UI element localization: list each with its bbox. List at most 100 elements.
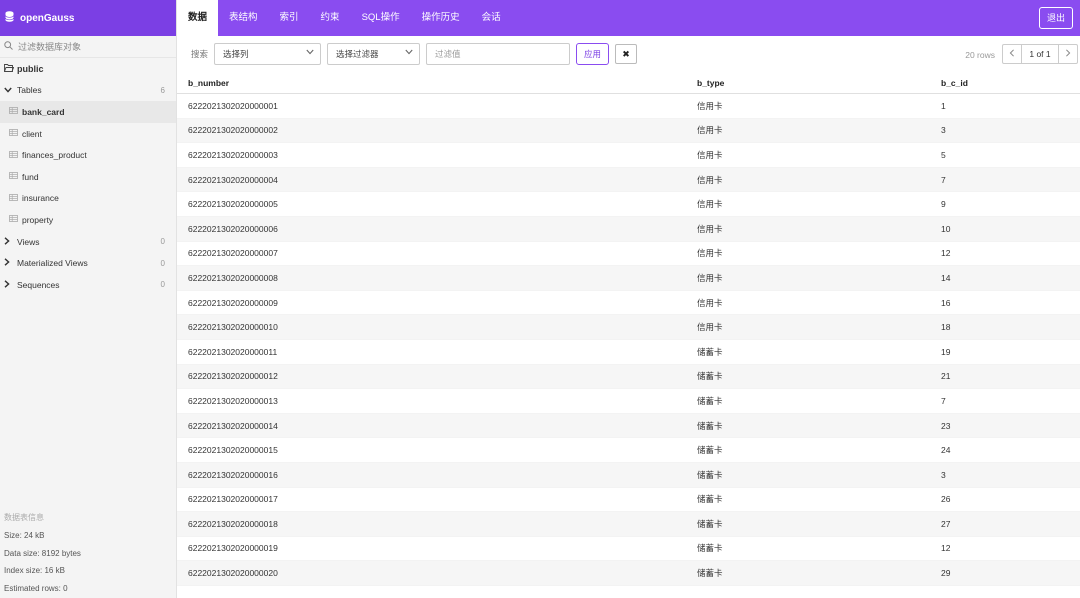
table-cell-b-number[interactable]: 6222021302020000011 <box>177 347 686 357</box>
table-row[interactable]: 6222021302020000008 信用卡 14 <box>177 266 1080 291</box>
sidebar-item-property[interactable]: property <box>0 209 176 231</box>
table-row[interactable]: 6222021302020000020 储蓄卡 29 <box>177 561 1080 586</box>
table-cell-b-type[interactable]: 储蓄卡 <box>686 469 930 481</box>
table-cell-b-type[interactable]: 信用卡 <box>686 149 930 161</box>
table-cell-b-type[interactable]: 信用卡 <box>686 321 930 333</box>
materialized-views-group[interactable]: Materialized Views 0 <box>0 252 176 274</box>
table-cell-b-c-id[interactable]: 12 <box>930 543 1080 553</box>
table-cell-b-c-id[interactable]: 14 <box>930 273 1080 283</box>
table-cell-b-number[interactable]: 6222021302020000016 <box>177 470 686 480</box>
table-row[interactable]: 6222021302020000019 储蓄卡 12 <box>177 537 1080 562</box>
table-cell-b-number[interactable]: 6222021302020000001 <box>177 101 686 111</box>
table-cell-b-number[interactable]: 6222021302020000009 <box>177 298 686 308</box>
table-cell-b-number[interactable]: 6222021302020000008 <box>177 273 686 283</box>
table-cell-b-c-id[interactable]: 1 <box>930 101 1080 111</box>
table-cell-b-number[interactable]: 6222021302020000020 <box>177 568 686 578</box>
column-header-b-c-id[interactable]: b_c_id <box>930 78 1080 88</box>
table-cell-b-c-id[interactable]: 19 <box>930 347 1080 357</box>
clear-filter-button[interactable]: ✖ <box>615 44 638 64</box>
table-cell-b-c-id[interactable]: 29 <box>930 568 1080 578</box>
table-cell-b-type[interactable]: 储蓄卡 <box>686 567 930 579</box>
table-cell-b-number[interactable]: 6222021302020000014 <box>177 421 686 431</box>
table-row[interactable]: 6222021302020000010 信用卡 18 <box>177 315 1080 340</box>
table-row[interactable]: 6222021302020000001 信用卡 1 <box>177 94 1080 119</box>
table-cell-b-type[interactable]: 储蓄卡 <box>686 370 930 382</box>
tab-sessions[interactable]: 会话 <box>471 0 512 36</box>
filter-operator-select[interactable]: 选择过滤器 <box>327 43 421 65</box>
schema-item-public[interactable]: public <box>0 58 176 80</box>
table-row[interactable]: 6222021302020000007 信用卡 12 <box>177 242 1080 267</box>
apply-button[interactable]: 应用 <box>576 43 610 65</box>
table-cell-b-type[interactable]: 储蓄卡 <box>686 518 930 530</box>
table-cell-b-c-id[interactable]: 27 <box>930 519 1080 529</box>
table-cell-b-type[interactable]: 信用卡 <box>686 223 930 235</box>
sidebar-item-insurance[interactable]: insurance <box>0 188 176 210</box>
tab-history[interactable]: 操作历史 <box>411 0 471 36</box>
sidebar-search-input[interactable] <box>18 41 168 52</box>
sidebar-item-finances-product[interactable]: finances_product <box>0 144 176 166</box>
tab-data[interactable]: 数据 <box>177 0 219 36</box>
table-cell-b-c-id[interactable]: 10 <box>930 224 1080 234</box>
table-cell-b-type[interactable]: 储蓄卡 <box>686 444 930 456</box>
filter-value-input[interactable] <box>426 43 571 65</box>
table-cell-b-type[interactable]: 信用卡 <box>686 198 930 210</box>
table-cell-b-number[interactable]: 6222021302020000012 <box>177 371 686 381</box>
table-cell-b-type[interactable]: 储蓄卡 <box>686 346 930 358</box>
column-header-b-type[interactable]: b_type <box>686 78 930 88</box>
table-cell-b-type[interactable]: 储蓄卡 <box>686 395 930 407</box>
table-cell-b-c-id[interactable]: 26 <box>930 494 1080 504</box>
table-row[interactable]: 6222021302020000004 信用卡 7 <box>177 167 1080 193</box>
tab-structure[interactable]: 表结构 <box>218 0 269 36</box>
tab-constraints[interactable]: 约束 <box>310 0 351 36</box>
table-row[interactable]: 6222021302020000009 信用卡 16 <box>177 291 1080 316</box>
table-cell-b-number[interactable]: 6222021302020000005 <box>177 199 686 209</box>
table-cell-b-number[interactable]: 6222021302020000007 <box>177 248 686 258</box>
table-cell-b-c-id[interactable]: 9 <box>930 199 1080 209</box>
table-cell-b-type[interactable]: 信用卡 <box>686 272 930 284</box>
table-cell-b-c-id[interactable]: 3 <box>930 125 1080 135</box>
table-cell-b-c-id[interactable]: 23 <box>930 421 1080 431</box>
sidebar-item-fund[interactable]: fund <box>0 166 176 188</box>
table-row[interactable]: 6222021302020000013 储蓄卡 7 <box>177 389 1080 414</box>
table-row[interactable]: 6222021302020000017 储蓄卡 26 <box>177 488 1080 513</box>
table-cell-b-number[interactable]: 6222021302020000006 <box>177 224 686 234</box>
table-cell-b-number[interactable]: 6222021302020000002 <box>177 125 686 135</box>
table-cell-b-c-id[interactable]: 5 <box>930 150 1080 160</box>
table-cell-b-number[interactable]: 6222021302020000003 <box>177 150 686 160</box>
table-row[interactable]: 6222021302020000011 储蓄卡 19 <box>177 340 1080 365</box>
sequences-group[interactable]: Sequences 0 <box>0 274 176 296</box>
table-cell-b-c-id[interactable]: 7 <box>930 175 1080 185</box>
table-cell-b-type[interactable]: 信用卡 <box>686 100 930 112</box>
table-cell-b-c-id[interactable]: 18 <box>930 322 1080 332</box>
table-cell-b-type[interactable]: 储蓄卡 <box>686 542 930 554</box>
table-cell-b-c-id[interactable]: 16 <box>930 298 1080 308</box>
table-cell-b-number[interactable]: 6222021302020000018 <box>177 519 686 529</box>
tab-indexes[interactable]: 索引 <box>269 0 310 36</box>
table-cell-b-c-id[interactable]: 7 <box>930 396 1080 406</box>
table-cell-b-number[interactable]: 6222021302020000004 <box>177 175 686 185</box>
table-cell-b-number[interactable]: 6222021302020000019 <box>177 543 686 553</box>
logout-button[interactable]: 退出 <box>1038 7 1073 29</box>
sidebar-item-bank-card[interactable]: bank_card <box>0 101 176 123</box>
table-cell-b-c-id[interactable]: 3 <box>930 470 1080 480</box>
table-cell-b-number[interactable]: 6222021302020000015 <box>177 445 686 455</box>
table-cell-b-number[interactable]: 6222021302020000017 <box>177 494 686 504</box>
table-row[interactable]: 6222021302020000006 信用卡 10 <box>177 216 1080 242</box>
tab-sql[interactable]: SQL操作 <box>351 0 411 36</box>
table-row[interactable]: 6222021302020000005 信用卡 9 <box>177 192 1080 217</box>
table-cell-b-type[interactable]: 信用卡 <box>686 124 930 136</box>
table-cell-b-c-id[interactable]: 24 <box>930 445 1080 455</box>
table-cell-b-c-id[interactable]: 21 <box>930 371 1080 381</box>
table-row[interactable]: 6222021302020000018 储蓄卡 27 <box>177 512 1080 537</box>
tables-group[interactable]: Tables 6 <box>0 80 176 102</box>
prev-page-button[interactable] <box>1003 45 1021 63</box>
next-page-button[interactable] <box>1059 45 1077 63</box>
column-header-b-number[interactable]: b_number <box>177 78 686 88</box>
column-select[interactable]: 选择列 <box>214 43 322 65</box>
brand-header[interactable]: openGauss <box>0 0 176 36</box>
table-cell-b-type[interactable]: 信用卡 <box>686 174 930 186</box>
table-cell-b-number[interactable]: 6222021302020000013 <box>177 396 686 406</box>
views-group[interactable]: Views 0 <box>0 231 176 253</box>
table-cell-b-type[interactable]: 储蓄卡 <box>686 493 930 505</box>
table-row[interactable]: 6222021302020000014 储蓄卡 23 <box>177 413 1080 439</box>
